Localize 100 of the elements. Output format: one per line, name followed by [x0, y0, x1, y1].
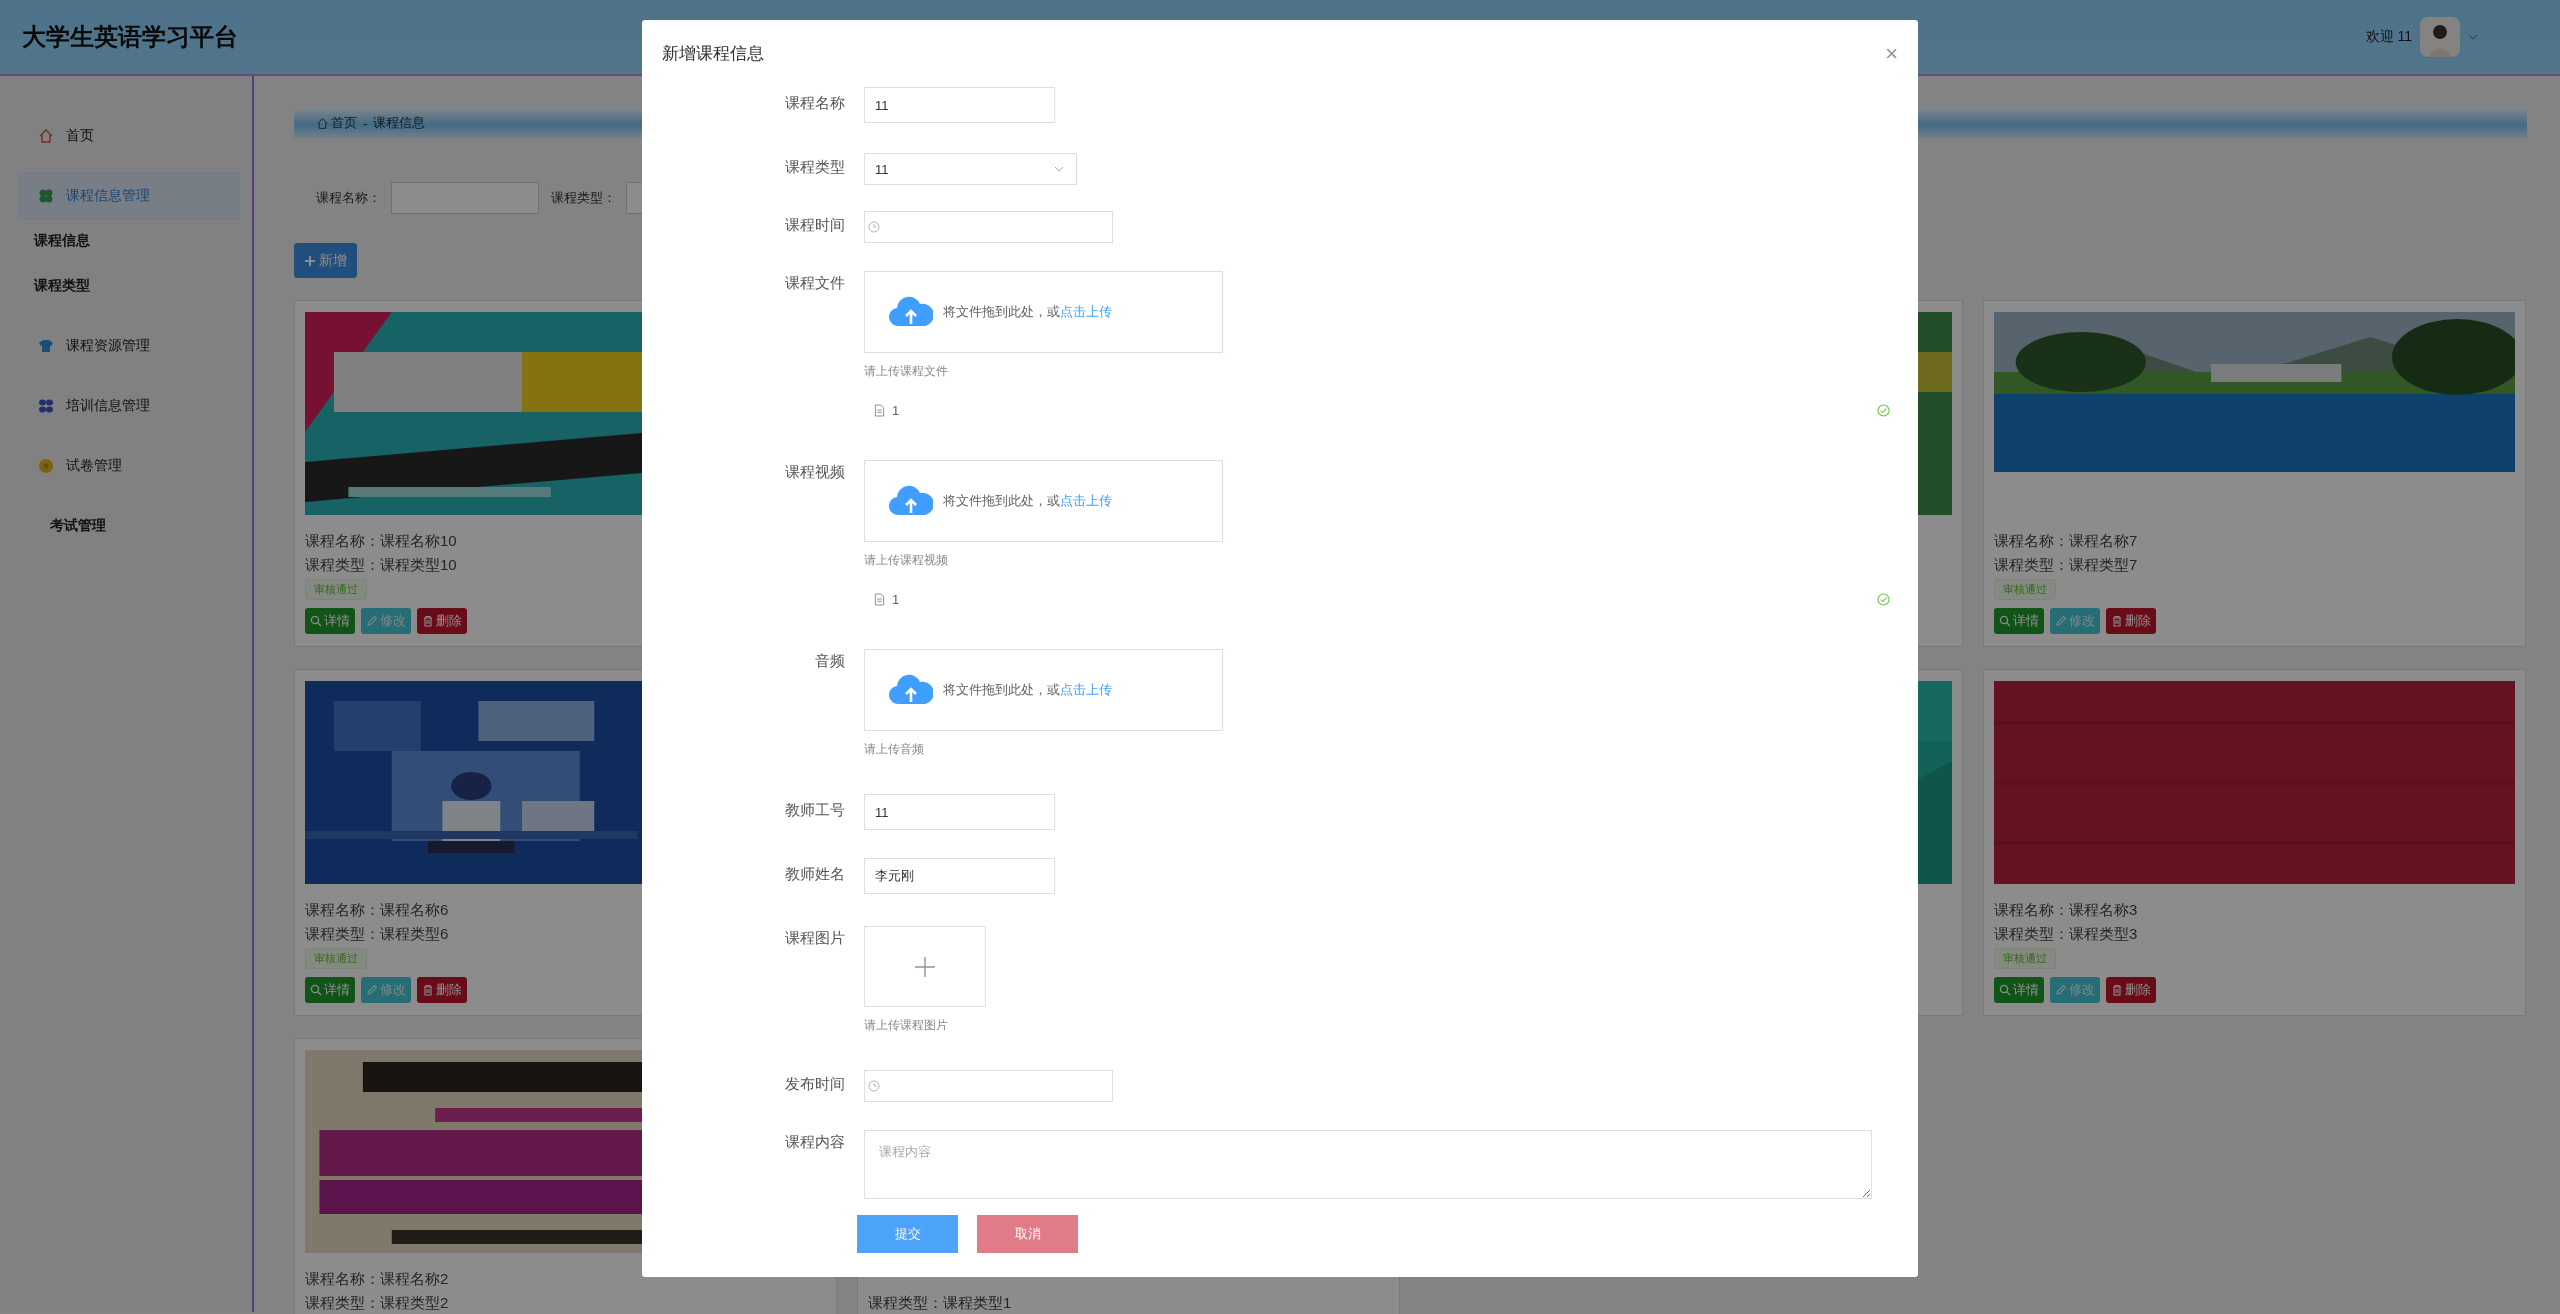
- field-label: 课程文件: [785, 274, 845, 291]
- nav-item[interactable]: 培训信息管理: [18, 382, 240, 430]
- breadcrumb-link[interactable]: 首页: [331, 114, 357, 132]
- field-label: 课程时间: [785, 216, 845, 233]
- field-hint: 请上传课程视频: [864, 552, 949, 569]
- cloud-upload-icon: [889, 485, 933, 517]
- file-name[interactable]: 1: [892, 591, 1877, 607]
- course-name: 课程名称：课程名称7: [1994, 532, 2138, 549]
- input-field[interactable]: 11: [864, 87, 1055, 123]
- field-label: 课程类型: [785, 158, 845, 175]
- clock-icon: [868, 1080, 880, 1092]
- clover-icon: [38, 188, 54, 204]
- document-icon: [874, 592, 885, 606]
- course-type: 课程类型：课程类型2: [305, 1294, 449, 1311]
- breadcrumb-link[interactable]: 课程信息: [373, 114, 426, 132]
- search-label: 课程名称：: [316, 189, 381, 207]
- upload-dropzone[interactable]: 将文件拖到此处，或点击上传: [864, 649, 1223, 731]
- dropzone-text: 将文件拖到此处，或: [943, 492, 1060, 510]
- nav-item[interactable]: 课程资源管理: [18, 322, 240, 370]
- field-label: 课程视频: [785, 463, 845, 480]
- nav-item[interactable]: 试卷管理: [18, 442, 240, 490]
- select-value: 11: [875, 161, 889, 177]
- course-type: 课程类型：课程类型10: [305, 556, 457, 573]
- avatar-icon[interactable]: [2420, 17, 2460, 57]
- breadcrumb-separator: -: [363, 115, 368, 131]
- status-tag: 审核通过: [1994, 579, 2056, 600]
- field-label: 音频: [815, 652, 845, 669]
- image-upload[interactable]: [864, 926, 986, 1007]
- course-type: 课程类型：课程类型6: [305, 925, 449, 942]
- delete-button[interactable]: 删除: [417, 608, 467, 634]
- file-name[interactable]: 1: [892, 402, 1877, 418]
- date-field[interactable]: [864, 211, 1113, 243]
- submit-button[interactable]: 提交: [857, 1215, 958, 1253]
- field-hint: 请上传课程图片: [864, 1017, 949, 1034]
- field-hint: 请上传课程文件: [864, 363, 949, 380]
- detail-button[interactable]: 详情: [1994, 977, 2044, 1003]
- petals-icon: [38, 398, 54, 414]
- dialog-title: 新增课程信息: [662, 43, 764, 65]
- delete-button[interactable]: 删除: [417, 977, 467, 1003]
- status-tag: 审核通过: [305, 579, 367, 600]
- upload-link[interactable]: 点击上传: [1060, 492, 1112, 510]
- welcome-text: 欢迎 11: [2365, 28, 2412, 46]
- nav-item[interactable]: 首页: [18, 112, 240, 160]
- course-name: 课程名称：课程名称3: [1994, 901, 2138, 918]
- upload-dropzone[interactable]: 将文件拖到此处，或点击上传: [864, 460, 1223, 542]
- field-label: 课程图片: [785, 929, 845, 946]
- cloud-upload-icon: [889, 296, 933, 328]
- status-tag: 审核通过: [305, 948, 367, 969]
- home-icon: [38, 128, 54, 144]
- home-icon: [316, 116, 329, 130]
- pencil-icon: [366, 984, 378, 996]
- pencil-icon: [2055, 615, 2067, 627]
- coin-icon: [38, 458, 54, 474]
- delete-button[interactable]: 删除: [2106, 977, 2156, 1003]
- trash-icon: [2111, 984, 2123, 996]
- submenu-item[interactable]: 课程类型: [0, 277, 252, 299]
- plus-icon: [304, 254, 316, 267]
- delete-button[interactable]: 删除: [2106, 608, 2156, 634]
- caret-icon[interactable]: [2468, 34, 2478, 40]
- detail-button[interactable]: 详情: [305, 608, 355, 634]
- document-icon: [874, 403, 885, 417]
- cancel-button[interactable]: 取消: [977, 1215, 1078, 1253]
- detail-button[interactable]: 详情: [1994, 608, 2044, 634]
- nav-item[interactable]: 考试管理: [18, 502, 240, 550]
- field-hint: 请上传音频: [864, 741, 925, 758]
- course-name: 课程名称：课程名称6: [305, 901, 449, 918]
- field-label: 课程名称: [785, 94, 845, 111]
- shirt-icon: [38, 338, 54, 354]
- dropzone-text: 将文件拖到此处，或: [943, 303, 1060, 321]
- field-label: 发布时间: [785, 1075, 845, 1092]
- add-button[interactable]: 新增: [294, 243, 357, 278]
- detail-button[interactable]: 详情: [305, 977, 355, 1003]
- select-field[interactable]: 11: [864, 153, 1077, 185]
- field-label: 课程内容: [785, 1133, 845, 1150]
- input-field[interactable]: 李元刚: [864, 858, 1055, 894]
- date-field[interactable]: [864, 1070, 1113, 1102]
- course-type: 课程类型：课程类型7: [1994, 556, 2138, 573]
- course-name: 课程名称：课程名称10: [305, 532, 457, 549]
- search-icon: [1999, 984, 2011, 996]
- course-type: 课程类型：课程类型3: [1994, 925, 2138, 942]
- plus-icon: [913, 954, 937, 979]
- search-icon: [1999, 615, 2011, 627]
- cloud-upload-icon: [889, 674, 933, 706]
- nav-item[interactable]: 课程信息管理: [18, 172, 240, 220]
- trash-icon: [422, 984, 434, 996]
- search-label: 课程类型：: [551, 189, 616, 207]
- trash-icon: [2111, 615, 2123, 627]
- course-type: 课程类型：课程类型1: [868, 1294, 1012, 1311]
- close-button[interactable]: ×: [1885, 43, 1898, 64]
- input-field[interactable]: 11: [864, 794, 1055, 830]
- search-icon: [310, 984, 322, 996]
- search-icon: [310, 615, 322, 627]
- search-field[interactable]: [391, 182, 539, 214]
- upload-link[interactable]: 点击上传: [1060, 681, 1112, 699]
- submenu-item[interactable]: 课程信息: [0, 232, 252, 254]
- text-area[interactable]: 课程内容: [864, 1130, 1872, 1199]
- trash-icon: [422, 615, 434, 627]
- dropzone-text: 将文件拖到此处，或: [943, 681, 1060, 699]
- upload-link[interactable]: 点击上传: [1060, 303, 1112, 321]
- upload-dropzone[interactable]: 将文件拖到此处，或点击上传: [864, 271, 1223, 353]
